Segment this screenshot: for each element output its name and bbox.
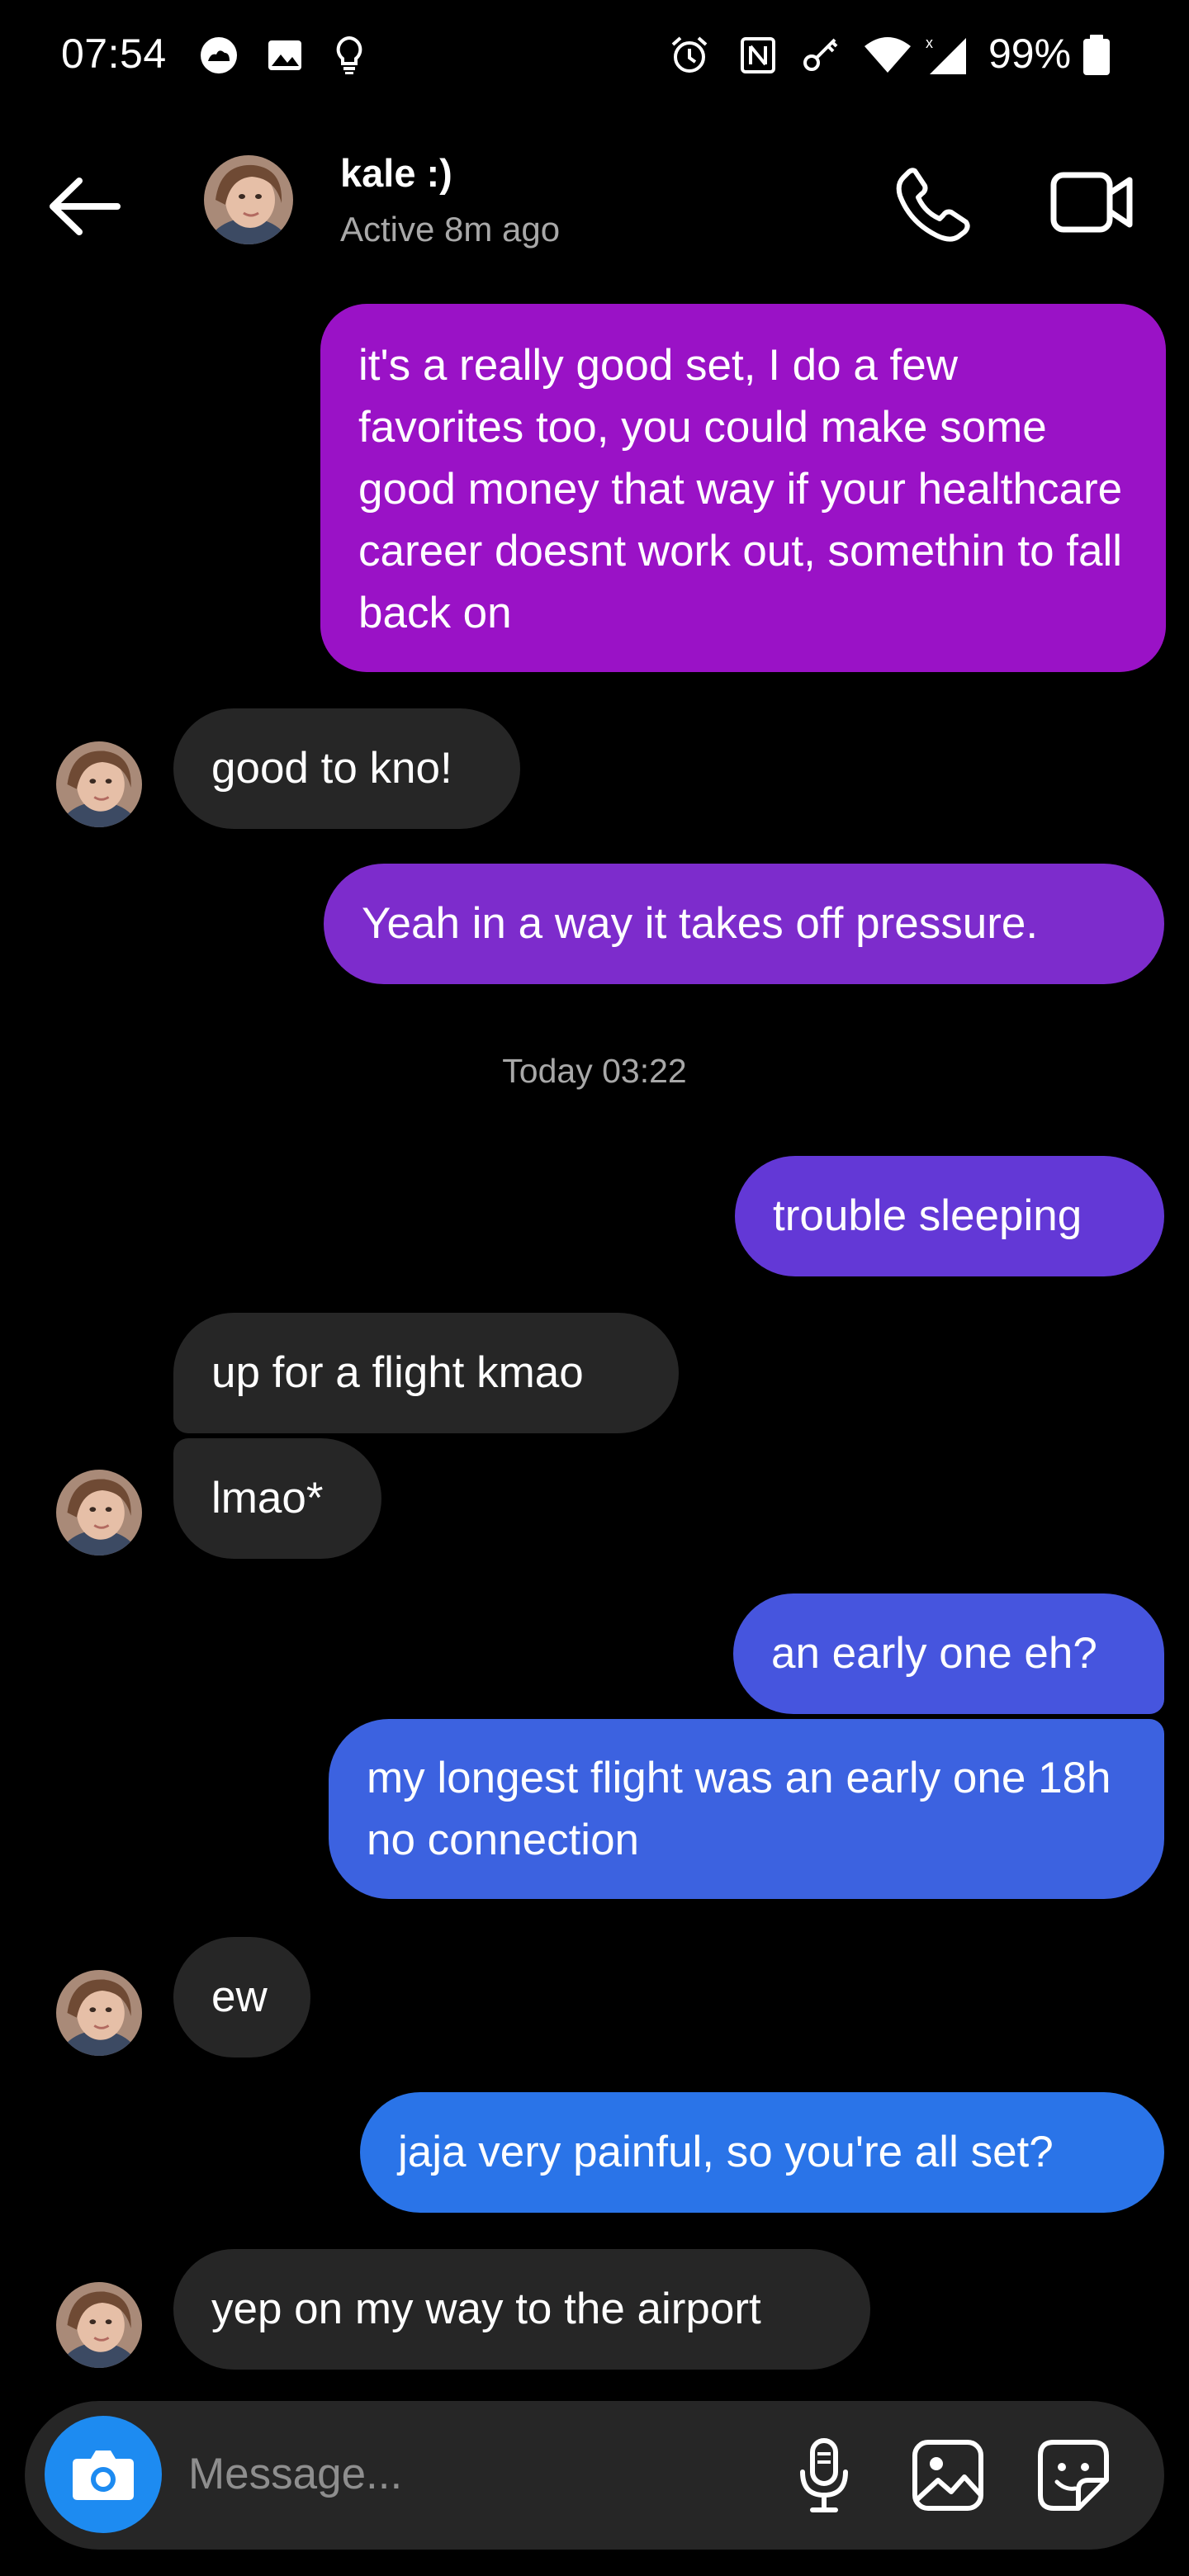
status-time: 07:54 — [61, 31, 167, 77]
alarm-icon — [671, 36, 708, 73]
camera-icon — [73, 2451, 134, 2500]
sticker-icon[interactable] — [1032, 2434, 1115, 2517]
camera-button[interactable] — [45, 2416, 162, 2533]
contact-avatar[interactable] — [56, 1470, 142, 1556]
outgoing-message[interactable]: it's a really good set, I do a few favor… — [320, 304, 1166, 672]
signal-icon: x — [926, 35, 966, 74]
outgoing-message[interactable]: Yeah in a way it takes off pressure. — [324, 864, 1164, 984]
contact-avatar[interactable] — [56, 2282, 142, 2368]
message-input[interactable] — [187, 2440, 768, 2507]
contact-name[interactable]: kale :) — [340, 150, 452, 196]
timestamp: Today 03:22 — [502, 1052, 687, 1090]
video-call-icon[interactable] — [1047, 165, 1138, 239]
nfc-icon — [741, 37, 775, 73]
vpn-key-icon — [803, 38, 838, 71]
outgoing-message[interactable]: an early one eh? — [733, 1593, 1164, 1714]
gallery-icon[interactable] — [907, 2434, 989, 2517]
battery-percentage: 99% — [988, 31, 1072, 77]
contact-avatar[interactable] — [56, 741, 142, 827]
incoming-message[interactable]: lmao* — [173, 1438, 381, 1559]
cloud-icon — [201, 37, 237, 73]
gallery-icon — [268, 40, 301, 70]
outgoing-message[interactable]: trouble sleeping — [735, 1156, 1164, 1276]
incoming-message[interactable]: good to kno! — [173, 708, 520, 829]
wifi-icon — [865, 37, 911, 73]
incoming-message[interactable]: yep on my way to the airport — [173, 2249, 870, 2370]
incoming-message[interactable]: up for a flight kmao — [173, 1313, 679, 1433]
incoming-message[interactable]: ew — [173, 1937, 310, 2057]
message-thread: it's a really good set, I do a few favor… — [0, 297, 1189, 2394]
svg-text:x: x — [926, 35, 933, 51]
back-arrow-icon[interactable] — [43, 169, 134, 244]
phone-call-icon[interactable] — [892, 161, 974, 244]
outgoing-message[interactable]: my longest flight was an early one 18h n… — [329, 1719, 1164, 1899]
contact-avatar[interactable] — [56, 1970, 142, 2056]
lightbulb-icon — [336, 36, 362, 74]
header-avatar[interactable] — [204, 155, 293, 244]
status-bar: 07:54 x 99% — [0, 0, 1189, 116]
microphone-icon[interactable] — [783, 2434, 865, 2517]
active-status: Active 8m ago — [340, 210, 561, 249]
outgoing-message[interactable]: jaja very painful, so you're all set? — [360, 2092, 1164, 2213]
battery-icon — [1083, 35, 1110, 75]
